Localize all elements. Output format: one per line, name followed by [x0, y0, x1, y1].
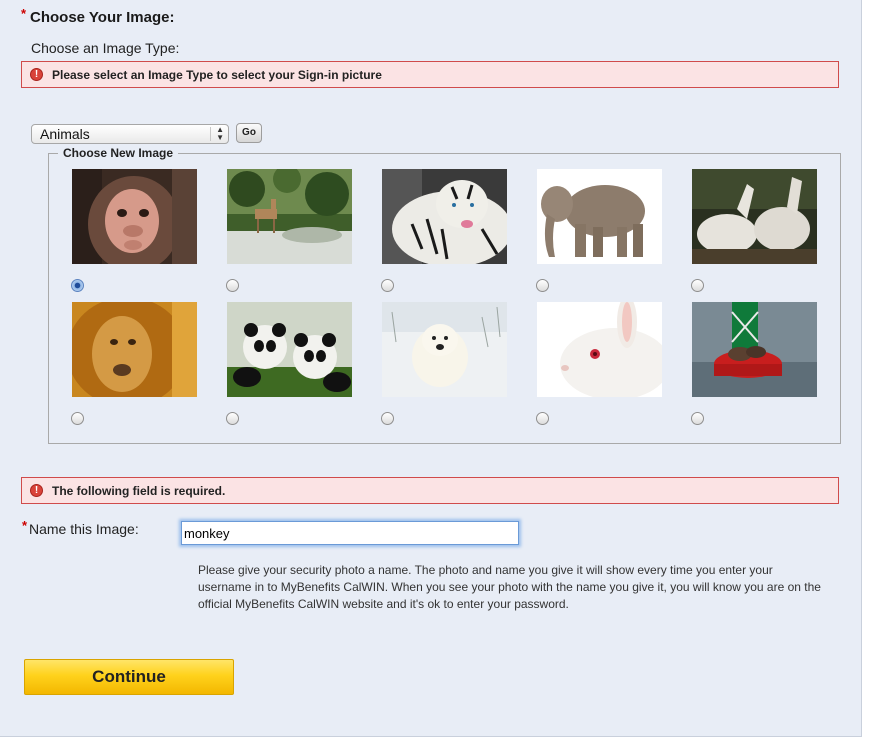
- section-heading: * Choose Your Image:: [21, 6, 175, 26]
- elephant-image[interactable]: [537, 169, 662, 264]
- polar-bear-image[interactable]: [382, 302, 507, 397]
- image-type-label: Choose an Image Type:: [31, 40, 180, 56]
- updown-arrows-icon: ▲ ▼: [216, 125, 224, 142]
- required-marker: *: [21, 6, 27, 21]
- error-message-field-required: ! The following field is required.: [21, 477, 839, 504]
- pandas-image[interactable]: [227, 302, 352, 397]
- image-type-selected-value: Animals: [40, 126, 90, 142]
- error-icon: !: [30, 68, 43, 81]
- error-message-select-type: ! Please select an Image Type to select …: [21, 61, 839, 88]
- sea-lion-buoy-image[interactable]: [692, 302, 817, 397]
- continue-button[interactable]: Continue: [24, 659, 234, 695]
- name-image-label: * Name this Image:: [22, 518, 139, 537]
- image-name-input[interactable]: [181, 521, 519, 545]
- image-radio-deer[interactable]: [226, 279, 239, 292]
- name-image-label-text: Name this Image:: [29, 521, 139, 537]
- image-radio-white-horses[interactable]: [691, 279, 704, 292]
- white-horses-image[interactable]: [692, 169, 817, 264]
- image-radio-lion[interactable]: [71, 412, 84, 425]
- image-radio-sea-lion-buoy[interactable]: [691, 412, 704, 425]
- deer-image[interactable]: [227, 169, 352, 264]
- image-radio-elephant[interactable]: [536, 279, 549, 292]
- white-tiger-image[interactable]: [382, 169, 507, 264]
- white-rabbit-image[interactable]: [537, 302, 662, 397]
- section-heading-text: Choose Your Image:: [30, 9, 175, 26]
- image-radio-pandas[interactable]: [226, 412, 239, 425]
- error-text: The following field is required.: [52, 484, 226, 498]
- error-icon: !: [30, 484, 43, 497]
- help-text: Please give your security photo a name. …: [198, 563, 821, 611]
- image-radio-white-rabbit[interactable]: [536, 412, 549, 425]
- go-button[interactable]: Go: [236, 123, 262, 143]
- form-panel: * Choose Your Image: Choose an Image Typ…: [0, 0, 862, 737]
- image-type-select[interactable]: Animals ▲ ▼: [31, 124, 229, 144]
- select-divider: [210, 127, 211, 141]
- image-radio-white-tiger[interactable]: [381, 279, 394, 292]
- choose-image-legend: Choose New Image: [58, 146, 179, 160]
- error-text: Please select an Image Type to select yo…: [52, 68, 382, 82]
- monkey-image[interactable]: [72, 169, 197, 264]
- image-radio-monkey[interactable]: [71, 279, 84, 292]
- required-marker: *: [22, 518, 28, 533]
- lion-image[interactable]: [72, 302, 197, 397]
- image-radio-polar-bear[interactable]: [381, 412, 394, 425]
